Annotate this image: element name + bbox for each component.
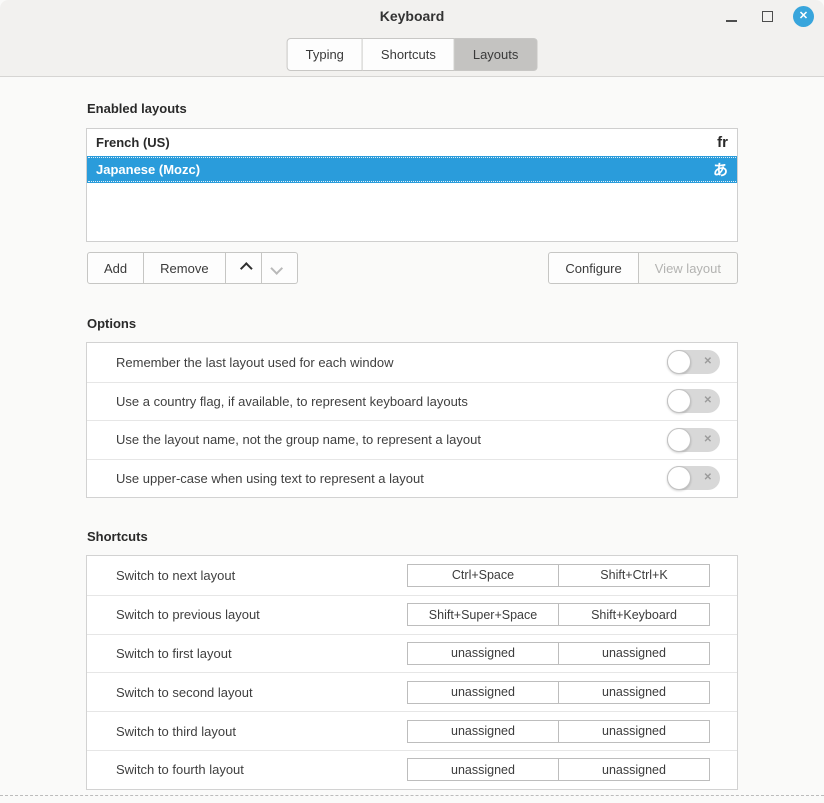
enabled-layouts-list: French (US) fr Japanese (Mozc) あ xyxy=(86,128,738,242)
layout-indicator: fr xyxy=(717,134,728,151)
toggle-knob xyxy=(667,389,691,413)
window-controls xyxy=(721,0,814,32)
toggle-off-x-icon xyxy=(704,357,712,367)
keybinding-cell-2[interactable]: unassigned xyxy=(558,643,709,664)
option-country-flag: Use a country flag, if available, to rep… xyxy=(87,382,737,421)
move-layout-down-button[interactable] xyxy=(262,252,298,284)
country-flag-toggle[interactable] xyxy=(667,389,720,413)
keybinding-cell-1[interactable]: unassigned xyxy=(408,721,558,742)
keybinding-group: Shift+Super+Space Shift+Keyboard xyxy=(407,603,710,626)
layout-name: French (US) xyxy=(96,135,717,150)
move-layout-up-button[interactable] xyxy=(226,252,262,284)
toggle-knob xyxy=(667,350,691,374)
keybinding-cell-1[interactable]: Ctrl+Space xyxy=(408,565,558,586)
tab-typing[interactable]: Typing xyxy=(287,38,363,71)
keybinding-group: unassigned unassigned xyxy=(407,642,710,665)
keybinding-group: unassigned unassigned xyxy=(407,720,710,743)
keybinding-cell-2[interactable]: unassigned xyxy=(558,721,709,742)
minimize-icon xyxy=(726,20,737,22)
option-label: Use a country flag, if available, to rep… xyxy=(116,394,667,409)
keybinding-cell-2[interactable]: unassigned xyxy=(558,682,709,703)
view-layout-button[interactable]: View layout xyxy=(639,252,738,284)
toggle-off-x-icon xyxy=(704,396,712,406)
minimize-button[interactable] xyxy=(721,6,741,26)
keybinding-cell-1[interactable]: unassigned xyxy=(408,759,558,780)
layout-name: Japanese (Mozc) xyxy=(96,162,713,177)
toggle-off-x-icon xyxy=(704,473,712,483)
layout-name-toggle[interactable] xyxy=(667,428,720,452)
chevron-down-icon xyxy=(270,262,283,275)
layout-list-actions: Add Remove xyxy=(87,252,298,284)
keybinding-cell-2[interactable]: Shift+Keyboard xyxy=(558,604,709,625)
shortcut-label: Switch to previous layout xyxy=(116,607,407,622)
toggle-knob xyxy=(667,428,691,452)
bottom-overflow-dash xyxy=(0,795,824,796)
window-header: Keyboard Typing Shortcuts Layouts xyxy=(0,0,824,77)
shortcut-third-layout: Switch to third layout unassigned unassi… xyxy=(87,711,737,750)
layout-config-actions: Configure View layout xyxy=(548,252,738,284)
shortcut-second-layout: Switch to second layout unassigned unass… xyxy=(87,672,737,711)
shortcut-label: Switch to next layout xyxy=(116,568,407,583)
keybinding-cell-2[interactable]: unassigned xyxy=(558,759,709,780)
option-label: Use upper-case when using text to repres… xyxy=(116,471,667,486)
option-upper-case: Use upper-case when using text to repres… xyxy=(87,459,737,498)
shortcuts-list: Switch to next layout Ctrl+Space Shift+C… xyxy=(86,555,738,790)
shortcut-first-layout: Switch to first layout unassigned unassi… xyxy=(87,634,737,673)
option-label: Use the layout name, not the group name,… xyxy=(116,432,667,447)
shortcut-previous-layout: Switch to previous layout Shift+Super+Sp… xyxy=(87,595,737,634)
maximize-icon xyxy=(762,11,773,22)
remember-last-layout-toggle[interactable] xyxy=(667,350,720,374)
keybinding-cell-1[interactable]: unassigned xyxy=(408,643,558,664)
maximize-button[interactable] xyxy=(757,6,777,26)
add-layout-button[interactable]: Add xyxy=(87,252,144,284)
keybinding-group: unassigned unassigned xyxy=(407,681,710,704)
option-remember-last-layout: Remember the last layout used for each w… xyxy=(87,343,737,382)
shortcut-label: Switch to first layout xyxy=(116,646,407,661)
titlebar[interactable]: Keyboard xyxy=(0,0,824,32)
tab-bar: Typing Shortcuts Layouts xyxy=(287,38,538,71)
layout-row-french[interactable]: French (US) fr xyxy=(87,129,737,156)
layout-row-japanese[interactable]: Japanese (Mozc) あ xyxy=(87,156,737,183)
window-title: Keyboard xyxy=(0,8,824,24)
shortcut-next-layout: Switch to next layout Ctrl+Space Shift+C… xyxy=(87,556,737,595)
configure-button[interactable]: Configure xyxy=(548,252,638,284)
shortcut-label: Switch to fourth layout xyxy=(116,762,407,777)
enabled-layouts-heading: Enabled layouts xyxy=(87,101,187,116)
shortcuts-heading: Shortcuts xyxy=(87,529,148,544)
tab-layouts[interactable]: Layouts xyxy=(455,38,538,71)
shortcut-label: Switch to third layout xyxy=(116,724,407,739)
option-layout-name: Use the layout name, not the group name,… xyxy=(87,420,737,459)
options-list: Remember the last layout used for each w… xyxy=(86,342,738,498)
close-button[interactable] xyxy=(793,6,814,27)
options-heading: Options xyxy=(87,316,136,331)
shortcut-label: Switch to second layout xyxy=(116,685,407,700)
layout-indicator: あ xyxy=(713,159,728,180)
keybinding-cell-1[interactable]: Shift+Super+Space xyxy=(408,604,558,625)
keybinding-group: Ctrl+Space Shift+Ctrl+K xyxy=(407,564,710,587)
keybinding-cell-1[interactable]: unassigned xyxy=(408,682,558,703)
upper-case-toggle[interactable] xyxy=(667,466,720,490)
chevron-up-icon xyxy=(240,262,253,275)
keybinding-group: unassigned unassigned xyxy=(407,758,710,781)
option-label: Remember the last layout used for each w… xyxy=(116,355,667,370)
keyboard-settings-window: Keyboard Typing Shortcuts Layouts Enable… xyxy=(0,0,824,803)
toggle-off-x-icon xyxy=(704,435,712,445)
tab-shortcuts[interactable]: Shortcuts xyxy=(363,38,455,71)
remove-layout-button[interactable]: Remove xyxy=(144,252,225,284)
shortcut-fourth-layout: Switch to fourth layout unassigned unass… xyxy=(87,750,737,789)
close-icon xyxy=(799,11,808,22)
keybinding-cell-2[interactable]: Shift+Ctrl+K xyxy=(558,565,709,586)
toggle-knob xyxy=(667,466,691,490)
